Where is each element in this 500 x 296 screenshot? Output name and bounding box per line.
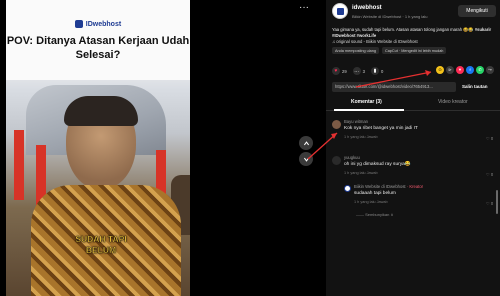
- more-options-icon[interactable]: ···: [298, 3, 310, 14]
- share-icon[interactable]: ↪: [486, 66, 494, 74]
- share-icons: ⊙ ⊳ ▼ f ✆ ↪: [436, 66, 494, 74]
- tiktok-viewer: IDwebhost POV: Ditanya Atasan Kerjaan Ud…: [0, 0, 500, 296]
- author-avatar[interactable]: [332, 3, 348, 19]
- hide-replies-button[interactable]: —— Sembunyikan ∧: [356, 212, 393, 217]
- reply-author-name: Biikin Website di IDwebhost: [354, 184, 406, 189]
- comment-meta[interactable]: 1 h yang lalu Jawab: [344, 171, 378, 175]
- creator-badge: · Kreator: [406, 184, 424, 189]
- info-chips: Anda memposting ulang CapCut · Mengedit …: [332, 47, 447, 54]
- following-button[interactable]: Mengikuti: [458, 5, 496, 17]
- comment-count: 3: [362, 68, 366, 74]
- comment-like[interactable]: ♡ 0: [486, 172, 493, 177]
- brand-logo-icon: [336, 7, 344, 15]
- comments-scrollbar[interactable]: [496, 190, 498, 214]
- next-video-button[interactable]: [299, 152, 313, 166]
- repost-chip[interactable]: Anda memposting ulang: [332, 47, 379, 54]
- save-count: 0: [381, 68, 384, 74]
- reply-author[interactable]: Biikin Website di IDwebhost · Kreator: [354, 184, 423, 189]
- reply-like[interactable]: ♡ 0: [486, 201, 493, 206]
- like-stat[interactable]: ♥ 29: [332, 67, 347, 75]
- details-panel: idwebhost Biikin Website di IDwebhost · …: [326, 0, 500, 296]
- video-link-field[interactable]: https://www.tiktok.com/@idwebhost/video/…: [332, 82, 456, 92]
- link-row: https://www.tiktok.com/@idwebhost/video/…: [332, 82, 496, 92]
- video-subtitle: SUDAH TAPI BELUM: [75, 234, 127, 255]
- brand-name: IDwebhost: [85, 20, 122, 28]
- tab-creator-videos[interactable]: Video kreator: [438, 99, 468, 105]
- video-player[interactable]: IDwebhost POV: Ditanya Atasan Kerjaan Ud…: [6, 0, 190, 296]
- reply-like-count: 0: [490, 201, 494, 206]
- heart-icon: ♥: [332, 67, 340, 75]
- active-tab-indicator: [334, 109, 404, 111]
- comment-like[interactable]: ♡ 0: [486, 136, 493, 141]
- panel-tabs: Komentar (3) Video kreator: [326, 97, 500, 111]
- description-text: Yaa gimana ya, sudah tapi belum. Atasan …: [332, 27, 474, 32]
- copy-link-button[interactable]: Salin tautan: [462, 82, 488, 92]
- brand-logo-icon: [74, 20, 83, 28]
- x-icon[interactable]: ✆: [476, 66, 484, 74]
- embed-icon[interactable]: ⊙: [436, 66, 444, 74]
- author-header: idwebhost Biikin Website di IDwebhost · …: [332, 3, 496, 25]
- commenter-name[interactable]: yuugkuu: [344, 155, 360, 160]
- comment-icon: …: [352, 67, 361, 75]
- engagement-stats: ♥ 29 … 3 ▮ 0 ⊙ ⊳ ▼ f ✆ ↪: [332, 66, 496, 76]
- comment-like-count: 0: [490, 136, 494, 141]
- whatsapp-icon[interactable]: ▼: [456, 66, 464, 74]
- like-count: 29: [342, 68, 347, 74]
- bookmark-icon: ▮: [371, 67, 380, 75]
- video-title: POV: Ditanya Atasan Kerjaan Udah Selesai…: [6, 35, 190, 61]
- video-flag: [14, 130, 24, 200]
- tab-comments[interactable]: Komentar (3): [351, 99, 382, 105]
- sound-link[interactable]: ♫ original sound - Biikin Website di IDw…: [332, 39, 418, 44]
- comment-text: oh ini yg dimaksud ray surya😂: [344, 162, 411, 167]
- author-name[interactable]: idwebhost: [352, 5, 382, 11]
- comment-like-count: 0: [490, 172, 494, 177]
- save-stat[interactable]: ▮ 0: [371, 67, 383, 75]
- comment-text: Kok nya ribet banget ya min jadi IT: [344, 126, 418, 131]
- chevron-up-icon: [303, 140, 309, 145]
- video-logo: IDwebhost: [6, 20, 190, 28]
- previous-video-button[interactable]: [299, 136, 313, 150]
- creator-avatar[interactable]: [344, 185, 351, 192]
- video-description: Yaa gimana ya, sudah tapi belum. Atasan …: [332, 27, 496, 38]
- chevron-down-icon: [303, 157, 309, 162]
- comment-meta[interactable]: 1 h yang lalu Jawab: [344, 135, 378, 139]
- reply-meta[interactable]: 1 h yang lalu Jawab: [354, 200, 388, 204]
- reply-text: sudaaah tapi belum: [354, 191, 396, 196]
- author-subtitle: Biikin Website di IDwebhost · 1 h yang l…: [352, 14, 428, 19]
- commenter-name[interactable]: Bayu witman: [344, 119, 368, 124]
- comment-stat[interactable]: … 3: [352, 67, 366, 75]
- send-icon[interactable]: ⊳: [446, 66, 454, 74]
- video-person-hair: [64, 96, 138, 126]
- commenter-avatar[interactable]: [332, 156, 341, 165]
- facebook-icon[interactable]: f: [466, 66, 474, 74]
- capcut-chip[interactable]: CapCut · Mengedit ini lebih mudah: [381, 47, 447, 54]
- commenter-avatar[interactable]: [332, 120, 341, 129]
